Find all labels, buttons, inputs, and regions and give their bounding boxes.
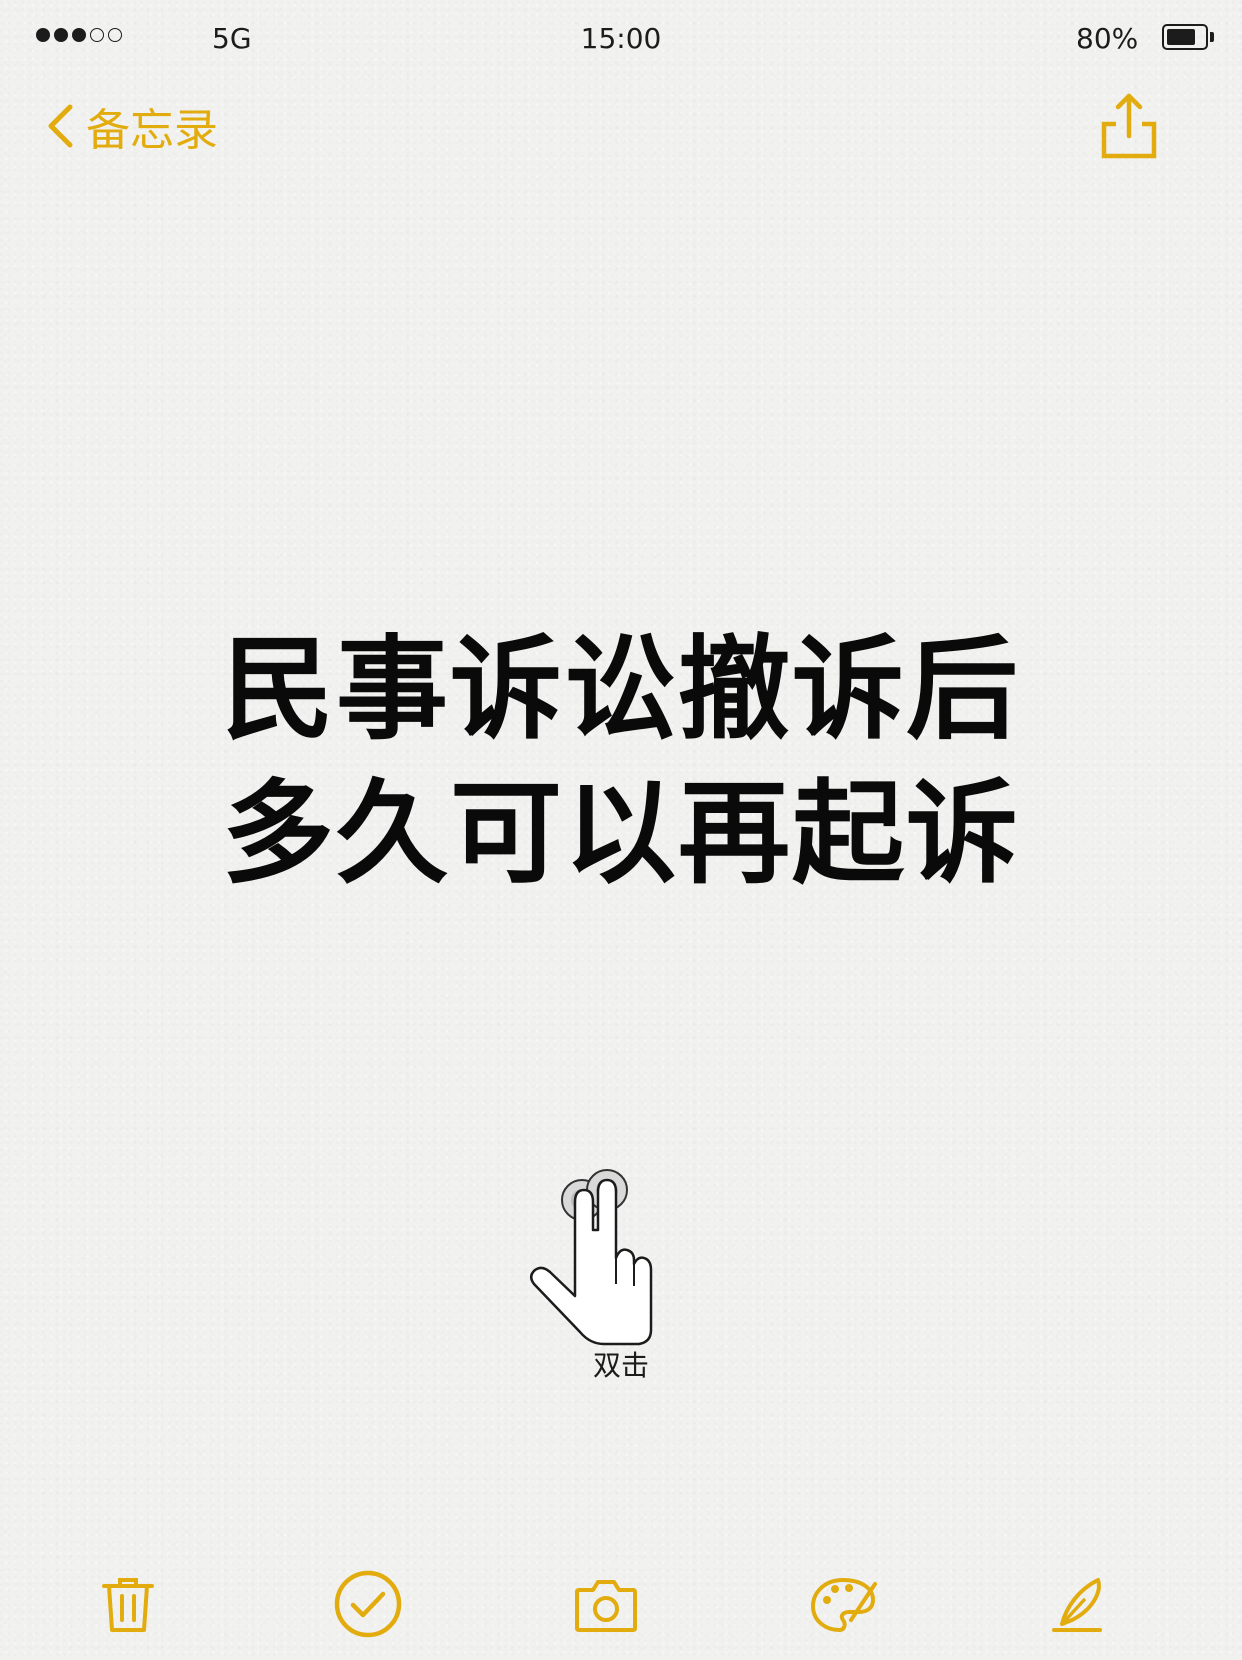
chevron-left-icon [48, 104, 73, 148]
clock: 15:00 [580, 22, 662, 55]
double-tap-label: 双击 [592, 1349, 649, 1382]
battery-icon [1162, 24, 1208, 50]
double-tap-hand-icon [530, 1169, 653, 1346]
palette-icon [811, 1578, 877, 1632]
battery-tip [1210, 32, 1214, 42]
back-label: 备忘录 [86, 105, 218, 156]
share-icon [1101, 93, 1157, 159]
trash-icon [102, 1578, 154, 1632]
note-title-line-1: 民事诉讼撤诉后 [222, 625, 1020, 755]
back-button[interactable]: 备忘录 [46, 96, 218, 156]
note-title-line-2: 多久可以再起诉 [222, 769, 1020, 899]
pen-icon [1052, 1578, 1102, 1632]
checklist-icon [334, 1570, 402, 1638]
battery-percent: 80% [1076, 22, 1139, 55]
status-bar: 5G 15:00 80% [0, 0, 1242, 76]
compose-button[interactable] [1040, 1564, 1120, 1644]
camera-button[interactable] [566, 1564, 646, 1644]
checklist-button[interactable] [328, 1564, 408, 1644]
markup-button[interactable] [804, 1564, 884, 1644]
camera-icon [575, 1580, 637, 1632]
note-title: 民事诉讼撤诉后 多久可以再起诉 [0, 618, 1242, 906]
delete-button[interactable] [88, 1564, 168, 1644]
share-button[interactable] [1094, 90, 1164, 164]
battery-level [1167, 29, 1195, 45]
